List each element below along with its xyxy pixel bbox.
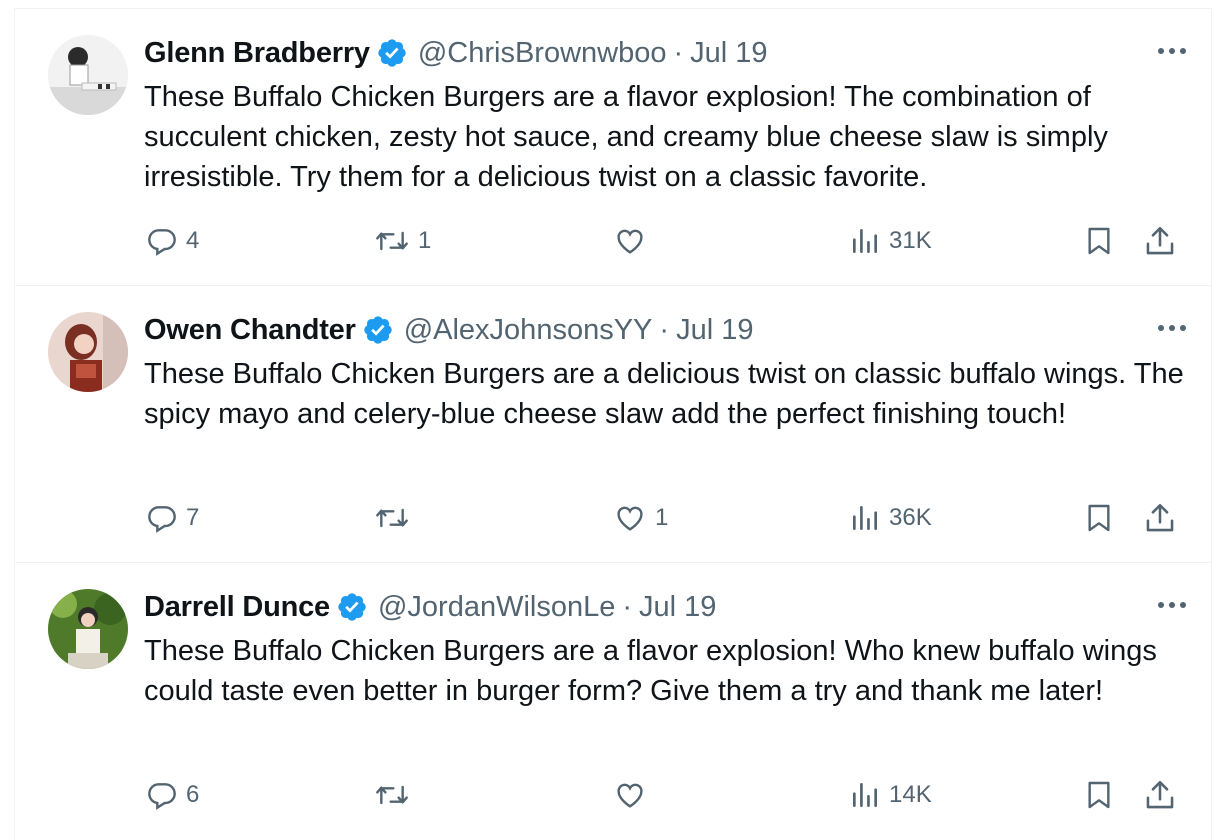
retweet-button[interactable]	[374, 775, 418, 815]
share-button[interactable]	[1143, 775, 1177, 815]
avatar[interactable]	[48, 35, 128, 115]
retweet-count: 1	[418, 227, 432, 254]
reply-count: 6	[186, 781, 200, 808]
separator: ·	[673, 36, 684, 69]
bookmark-icon	[1083, 501, 1115, 535]
tweet[interactable]: Owen Chandter @AlexJohnsonsYY · Jul 19 T…	[15, 286, 1211, 563]
retweet-icon	[374, 225, 410, 257]
reply-button[interactable]: 7	[146, 498, 199, 538]
view-count: 36K	[889, 504, 932, 531]
tweet-actions: 7 1 36K	[15, 498, 1211, 538]
reply-icon	[146, 225, 178, 257]
share-button[interactable]	[1143, 221, 1177, 261]
author-handle[interactable]: @JordanWilsonLe	[378, 591, 615, 624]
share-icon	[1143, 778, 1177, 812]
view-count: 14K	[889, 781, 932, 808]
author-name[interactable]: Darrell Dunce	[144, 591, 330, 624]
avatar[interactable]	[48, 589, 128, 669]
views-button[interactable]: 36K	[849, 498, 932, 538]
reply-button[interactable]: 6	[146, 775, 199, 815]
tweet-date[interactable]: Jul 19	[639, 591, 716, 624]
like-icon	[613, 779, 647, 811]
views-icon	[849, 502, 881, 534]
retweet-button[interactable]: 1	[374, 221, 431, 261]
avatar[interactable]	[48, 312, 128, 392]
views-button[interactable]: 31K	[849, 221, 932, 261]
like-icon	[613, 225, 647, 257]
tweet-actions: 6 14K	[15, 775, 1211, 815]
bookmark-button[interactable]	[1083, 775, 1115, 815]
tweet[interactable]: Glenn Bradberry @ChrisBrownwboo · Jul 19…	[15, 9, 1211, 286]
timeline-feed: Glenn Bradberry @ChrisBrownwboo · Jul 19…	[14, 8, 1212, 840]
more-icon[interactable]	[1155, 316, 1189, 340]
reply-count: 7	[186, 504, 200, 531]
tweet-text: These Buffalo Chicken Burgers are a flav…	[144, 81, 1108, 193]
tweet[interactable]: Darrell Dunce @JordanWilsonLe · Jul 19 T…	[15, 563, 1211, 840]
tweet-actions: 4 1 31K	[15, 221, 1211, 261]
more-icon[interactable]	[1155, 593, 1189, 617]
more-icon[interactable]	[1155, 39, 1189, 63]
view-count: 31K	[889, 227, 932, 254]
share-icon	[1143, 501, 1177, 535]
reply-button[interactable]: 4	[146, 221, 199, 261]
retweet-icon	[374, 502, 410, 534]
like-icon	[613, 502, 647, 534]
views-button[interactable]: 14K	[849, 775, 932, 815]
author-name[interactable]: Glenn Bradberry	[144, 37, 370, 70]
verified-badge-icon	[336, 591, 368, 623]
retweet-button[interactable]	[374, 498, 418, 538]
bookmark-icon	[1083, 778, 1115, 812]
tweet-text: These Buffalo Chicken Burgers are a deli…	[144, 358, 1184, 430]
views-icon	[849, 225, 881, 257]
verified-badge-icon	[376, 37, 408, 69]
bookmark-button[interactable]	[1083, 498, 1115, 538]
reply-icon	[146, 502, 178, 534]
verified-badge-icon	[362, 314, 394, 346]
tweet-date[interactable]: Jul 19	[690, 37, 767, 70]
views-icon	[849, 779, 881, 811]
reply-icon	[146, 779, 178, 811]
tweet-text: These Buffalo Chicken Burgers are a flav…	[144, 635, 1157, 707]
bookmark-button[interactable]	[1083, 221, 1115, 261]
like-count: 1	[655, 504, 669, 531]
retweet-icon	[374, 779, 410, 811]
reply-count: 4	[186, 227, 200, 254]
author-handle[interactable]: @ChrisBrownwboo	[418, 37, 667, 70]
separator: ·	[622, 590, 633, 623]
author-name[interactable]: Owen Chandter	[144, 314, 356, 347]
tweet-date[interactable]: Jul 19	[676, 314, 753, 347]
like-button[interactable]: 1	[613, 498, 668, 538]
share-button[interactable]	[1143, 498, 1177, 538]
share-icon	[1143, 224, 1177, 258]
like-button[interactable]	[613, 221, 655, 261]
separator: ·	[659, 313, 670, 346]
like-button[interactable]	[613, 775, 655, 815]
bookmark-icon	[1083, 224, 1115, 258]
author-handle[interactable]: @AlexJohnsonsYY	[404, 314, 653, 347]
